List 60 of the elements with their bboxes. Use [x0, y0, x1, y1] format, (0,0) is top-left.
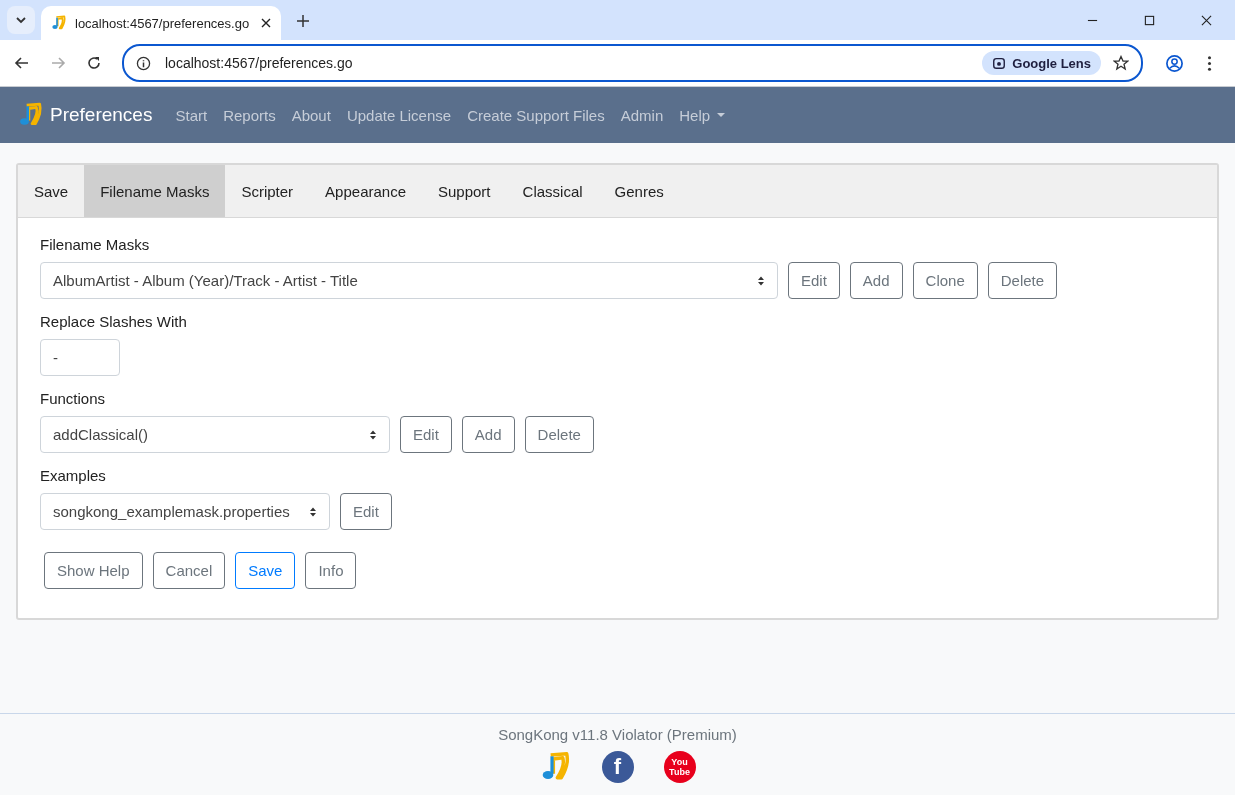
tab[interactable]: Filename Masks [84, 165, 226, 217]
tab[interactable]: Save [18, 165, 85, 217]
field-label: Functions [40, 390, 107, 407]
tab[interactable]: Classical [506, 165, 599, 217]
button[interactable]: Clone [912, 262, 978, 299]
nav-link[interactable]: Reports [223, 106, 276, 124]
footer-text: SongKong v11.8 Violator (Premium) [498, 726, 737, 743]
url-text: localhost:4567/preferences.go [165, 55, 353, 71]
field-label: Examples [40, 467, 107, 484]
profile-icon[interactable] [1165, 53, 1184, 73]
nav-link[interactable]: Update License [346, 106, 452, 124]
nav-link[interactable]: Create Support Files [467, 106, 605, 124]
camera-icon [992, 56, 1007, 70]
nav-link[interactable]: About [291, 106, 331, 124]
button[interactable]: Info [305, 552, 357, 589]
button[interactable]: Save [235, 552, 296, 589]
sort-arrows-icon [309, 505, 317, 518]
button[interactable]: Edit [340, 493, 392, 530]
button[interactable]: Cancel [152, 552, 226, 589]
youtube-icon[interactable]: You Tube [663, 751, 696, 783]
nav-link[interactable]: Admin [620, 106, 664, 124]
chevron-down-icon [15, 16, 27, 24]
address-bar[interactable]: localhost:4567/preferences.go Google Lens [122, 44, 1143, 82]
music-note-icon [51, 15, 67, 31]
button[interactable]: Add [849, 262, 903, 299]
new-tab-icon[interactable] [297, 15, 309, 27]
field-label: Filename Masks [40, 236, 151, 253]
maximize-icon[interactable] [1144, 15, 1155, 26]
select-field[interactable]: AlbumArtist - Album (Year)/Track - Artist - Title [40, 262, 778, 299]
tab-title: localhost:4567/preferences.go [75, 15, 251, 31]
button[interactable]: Show Help [44, 552, 143, 589]
tab[interactable]: Scripter [225, 165, 310, 217]
tab[interactable]: Genres [598, 165, 680, 217]
google-lens-button[interactable]: Google Lens [982, 51, 1101, 75]
button[interactable]: Edit [788, 262, 840, 299]
button[interactable]: Delete [524, 416, 594, 453]
field-label: Replace Slashes With [40, 313, 188, 330]
music-note-icon [18, 102, 44, 128]
tab[interactable]: Support [422, 165, 507, 217]
star-icon[interactable] [1113, 55, 1129, 71]
tab-search-button[interactable] [7, 6, 35, 34]
close-icon[interactable] [261, 18, 271, 28]
sort-arrows-icon [757, 274, 765, 287]
facebook-icon[interactable]: f [601, 751, 634, 783]
button[interactable]: Delete [987, 262, 1058, 299]
back-icon[interactable] [14, 55, 30, 71]
tab[interactable]: Appearance [309, 165, 422, 217]
reload-icon[interactable] [86, 55, 102, 71]
browser-tab[interactable]: localhost:4567/preferences.go [41, 6, 281, 40]
select-field[interactable]: addClassical() [40, 416, 390, 453]
sort-arrows-icon [369, 428, 377, 441]
button[interactable]: Edit [400, 416, 452, 453]
nav-link[interactable]: Start [175, 106, 208, 124]
input-field[interactable]: - [40, 339, 120, 376]
close-icon[interactable] [1201, 15, 1212, 26]
button[interactable]: Add [461, 416, 515, 453]
brand-link[interactable]: Preferences [50, 104, 153, 126]
select-field[interactable]: songkong_examplemask.properties [40, 493, 330, 530]
info-icon[interactable] [136, 55, 151, 71]
nav-dropdown[interactable]: Help [679, 106, 726, 124]
